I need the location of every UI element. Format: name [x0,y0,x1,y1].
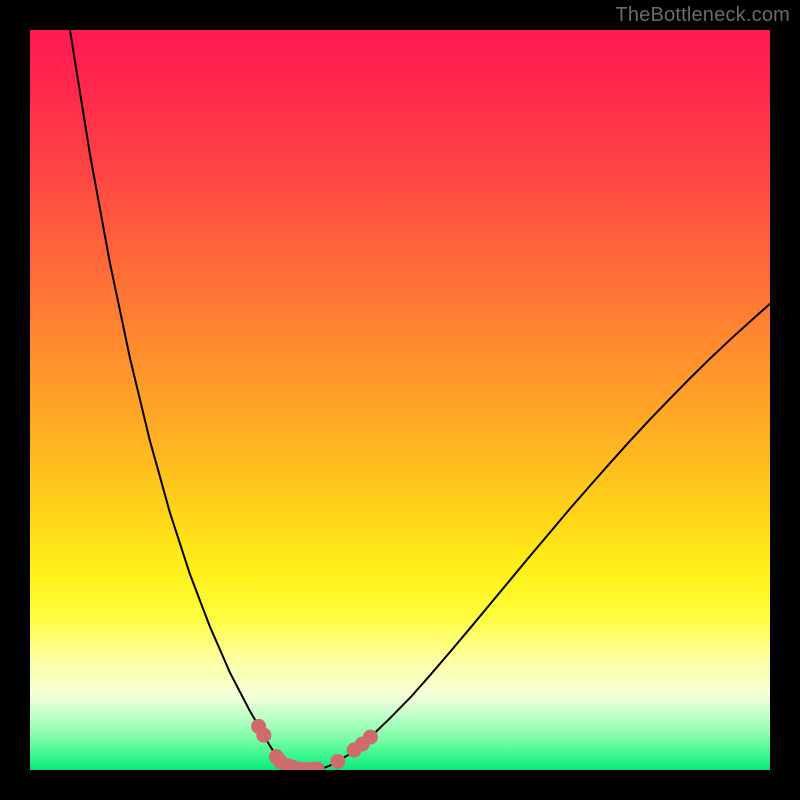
watermark-text: TheBottleneck.com [615,4,790,27]
bottleneck-curve-svg [30,30,770,770]
chart-frame: TheBottleneck.com [0,0,800,800]
data-marker [330,754,345,769]
data-marker [363,730,378,745]
bottleneck-curve [70,30,770,770]
plot-area [30,30,770,770]
data-marker [256,728,271,743]
curve-group [70,30,770,770]
